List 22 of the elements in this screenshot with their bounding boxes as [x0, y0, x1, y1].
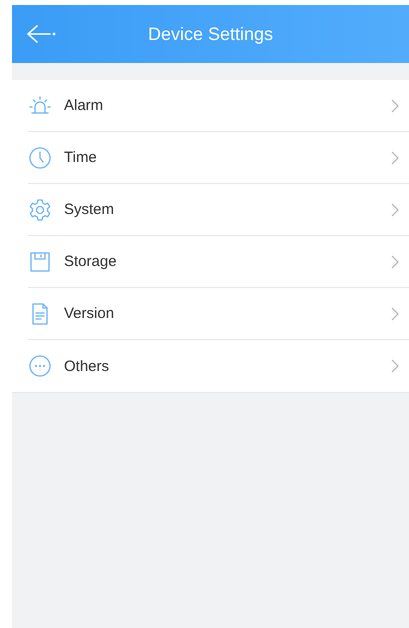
- chevron-icon: [391, 359, 399, 373]
- chevron-icon: [391, 98, 399, 112]
- item-label: Alarm: [64, 97, 104, 114]
- settings-item[interactable]: Storage: [28, 236, 409, 288]
- chevron-icon: [391, 202, 399, 216]
- item-label: Others: [64, 358, 110, 374]
- settings-item[interactable]: Alarm: [28, 80, 409, 132]
- settings-item[interactable]: Time: [28, 132, 409, 184]
- clock-icon: [28, 146, 52, 170]
- chevron-icon: [391, 306, 399, 320]
- item-label: Version: [64, 305, 116, 322]
- settings-item[interactable]: Version: [28, 288, 409, 340]
- item-label: System: [64, 201, 116, 218]
- settings-item[interactable]: Others: [28, 340, 409, 392]
- chevron-icon: [391, 254, 399, 268]
- more-icon: [28, 354, 52, 378]
- chevron-icon: [391, 150, 399, 164]
- item-label: Time: [64, 149, 98, 166]
- screen-title: Device Settings: [148, 24, 274, 44]
- settings-item[interactable]: System: [28, 184, 409, 236]
- item-label: Storage: [64, 253, 118, 270]
- settings-icon: [28, 198, 52, 222]
